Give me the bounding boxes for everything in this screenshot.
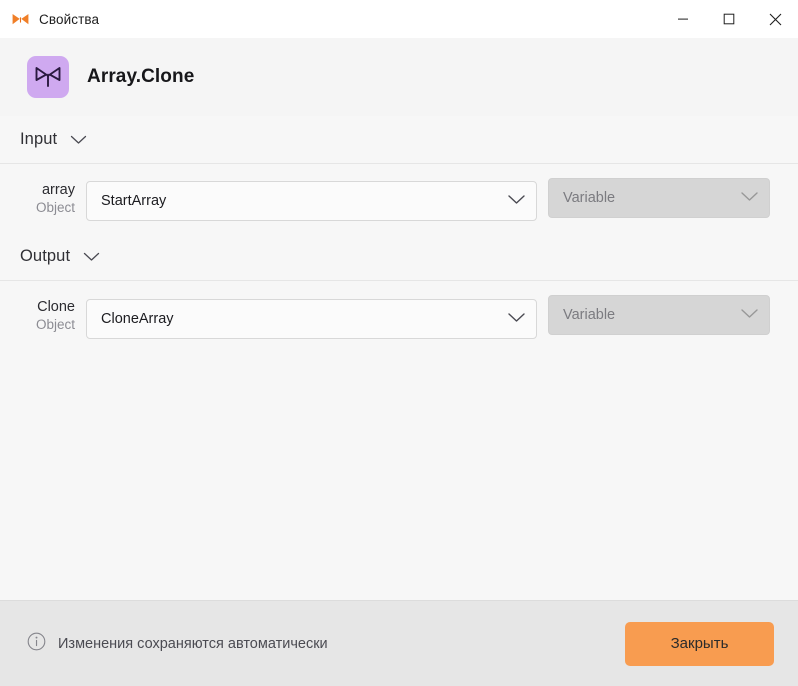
- butterfly-activity-icon: [27, 56, 69, 98]
- minimize-icon: [678, 18, 688, 20]
- section-label-output: Output: [20, 247, 71, 265]
- chevron-down-icon[interactable]: [70, 135, 87, 145]
- maximize-button[interactable]: [706, 0, 752, 38]
- chevron-down-icon[interactable]: [507, 192, 526, 210]
- close-dialog-button[interactable]: Закрыть: [625, 621, 774, 666]
- param-type-array: Object: [35, 200, 75, 216]
- section-label-input: Input: [20, 130, 58, 148]
- properties-window: Свойства Array.Clone Input array Object …: [0, 0, 798, 686]
- param-label-array: array Object: [0, 178, 75, 217]
- section-header-output[interactable]: Output: [0, 233, 798, 280]
- info-circle-icon: [27, 632, 46, 656]
- array-value-combobox[interactable]: StartArray: [86, 181, 537, 221]
- page-title: Array.Clone: [87, 66, 195, 87]
- clone-value-combobox[interactable]: CloneArray: [86, 299, 537, 339]
- autosave-note: Изменения сохраняются автоматически: [27, 632, 328, 656]
- maximize-icon: [723, 13, 735, 25]
- clone-value-text: CloneArray: [101, 311, 174, 327]
- array-mode-text: Variable: [563, 190, 616, 206]
- array-value-text: StartArray: [101, 193, 167, 209]
- param-name-array: array: [41, 182, 75, 198]
- chevron-down-icon: [740, 189, 759, 207]
- param-row-clone: Clone Object CloneArray Variable: [0, 281, 798, 351]
- activity-header: Array.Clone: [0, 38, 798, 116]
- dialog-footer: Изменения сохраняются автоматически Закр…: [0, 600, 798, 686]
- param-label-clone: Clone Object: [0, 295, 75, 334]
- titlebar-left-group: Свойства: [0, 10, 99, 29]
- properties-content: Input array Object StartArray Variable O…: [0, 116, 798, 600]
- butterfly-logo-icon: [11, 10, 30, 29]
- chevron-down-icon[interactable]: [83, 252, 100, 262]
- clone-mode-text: Variable: [563, 307, 616, 323]
- section-header-input[interactable]: Input: [0, 116, 798, 163]
- clone-mode-combobox: Variable: [548, 295, 770, 335]
- minimize-button[interactable]: [660, 0, 706, 38]
- param-fields-array: StartArray Variable: [86, 178, 770, 221]
- chevron-down-icon[interactable]: [507, 310, 526, 328]
- close-window-button[interactable]: [752, 0, 798, 38]
- chevron-down-icon: [740, 306, 759, 324]
- param-type-clone: Object: [35, 317, 75, 333]
- param-row-array: array Object StartArray Variable: [0, 164, 798, 233]
- autosave-note-text: Изменения сохраняются автоматически: [58, 635, 328, 652]
- window-title: Свойства: [39, 11, 100, 27]
- array-mode-combobox: Variable: [548, 178, 770, 218]
- window-controls: [660, 0, 798, 38]
- param-fields-clone: CloneArray Variable: [86, 295, 770, 339]
- param-name-clone: Clone: [37, 299, 75, 315]
- close-icon: [769, 13, 781, 25]
- titlebar: Свойства: [0, 0, 798, 38]
